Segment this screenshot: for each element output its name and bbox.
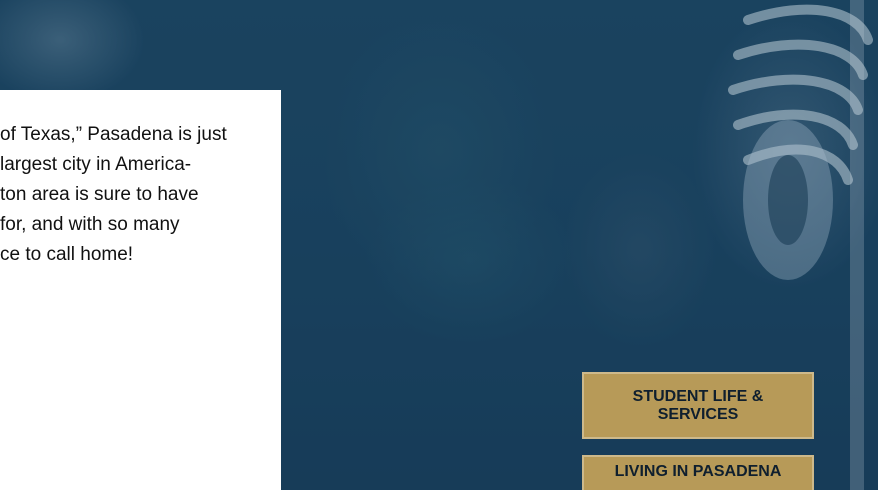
intro-paragraph: of Texas,” Pasadena is just largest city… [0,120,281,270]
student-life-services-label: STUDENT LIFE & SERVICES [632,387,764,423]
student-life-services-button[interactable]: STUDENT LIFE & SERVICES [582,372,814,439]
intro-line: largest city in America- [0,154,192,175]
living-in-pasadena-label: LIVING IN PASADENA [614,463,782,480]
living-in-pasadena-button[interactable]: LIVING IN PASADENA [582,455,814,490]
intro-text-card: of Texas,” Pasadena is just largest city… [0,90,281,490]
hero-section: of Texas,” Pasadena is just largest city… [0,0,878,490]
intro-line: ce to call home! [0,244,134,265]
intro-line: of Texas,” Pasadena is just [0,124,227,145]
intro-line: ton area is sure to have [0,184,199,205]
intro-line: for, and with so many [0,214,180,235]
